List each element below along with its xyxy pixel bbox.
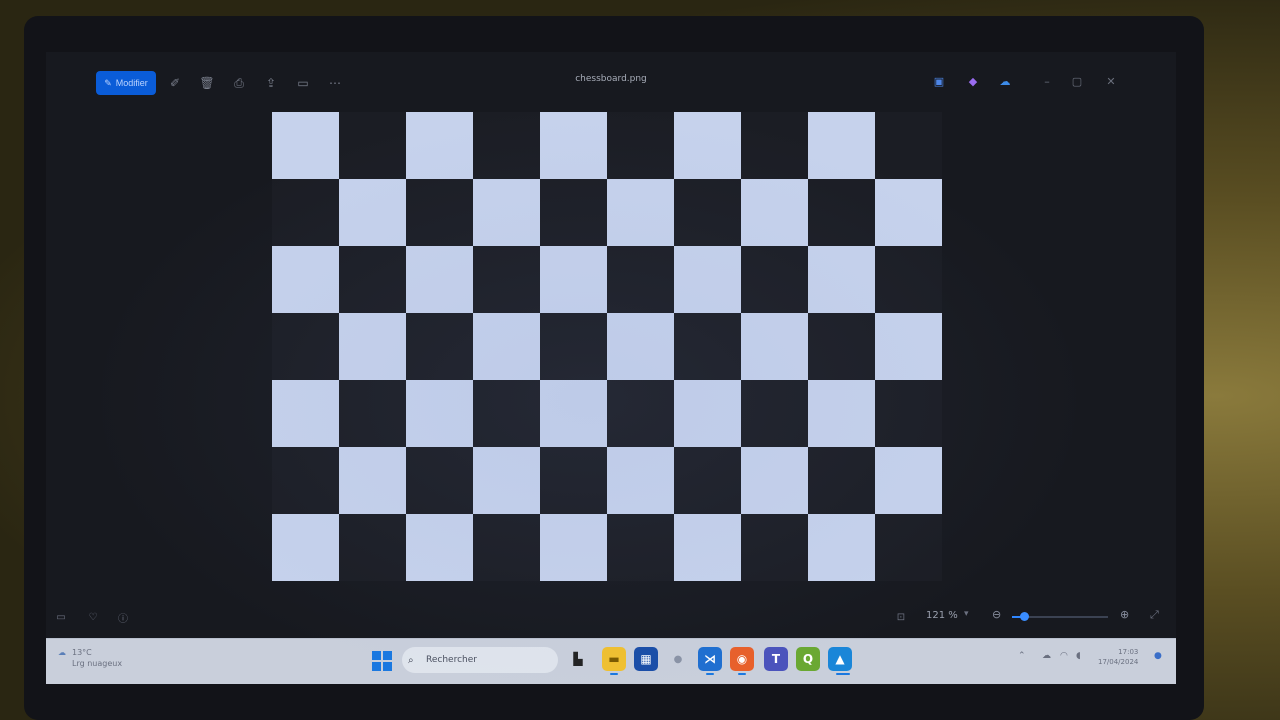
firefox-indicator bbox=[738, 673, 746, 675]
chessboard-light-square bbox=[473, 447, 540, 514]
search-icon: ⌕ bbox=[408, 654, 414, 666]
chessboard-light-square bbox=[875, 179, 942, 246]
filmstrip-icon[interactable]: ▭ bbox=[54, 610, 68, 624]
chessboard-light-square bbox=[339, 447, 406, 514]
clock[interactable]: 17:03 17/04/2024 bbox=[1098, 647, 1138, 667]
chessboard-light-square bbox=[808, 246, 875, 313]
chessboard-light-square bbox=[272, 514, 339, 581]
start-button[interactable] bbox=[372, 651, 392, 671]
clock-date: 17/04/2024 bbox=[1098, 658, 1139, 666]
taskbar-search[interactable]: ⌕ Rechercher bbox=[402, 647, 558, 673]
chessboard-light-square bbox=[406, 514, 473, 581]
teams-icon[interactable]: T bbox=[764, 647, 788, 671]
chessboard-light-square bbox=[540, 514, 607, 581]
widgets-icon[interactable]: ● bbox=[666, 647, 690, 671]
chessboard-light-square bbox=[607, 447, 674, 514]
zoom-out-icon[interactable]: ⊖ bbox=[992, 608, 1001, 621]
chessboard-light-square bbox=[339, 179, 406, 246]
vscode-indicator bbox=[706, 673, 714, 675]
chessboard-light-square bbox=[607, 313, 674, 380]
chessboard-light-square bbox=[272, 246, 339, 313]
chessboard-image bbox=[272, 112, 942, 581]
speaker-icon[interactable]: ◖ bbox=[1076, 651, 1081, 661]
windows-taskbar: ☁ 13°C Lrg nuageux ⌕ Rechercher ▙ ▬ ▦ ● ⋊… bbox=[46, 638, 1176, 684]
notification-icon[interactable]: ● bbox=[1154, 651, 1162, 661]
search-placeholder: Rechercher bbox=[426, 655, 477, 665]
chessboard-light-square bbox=[540, 112, 607, 179]
chessboard-light-square bbox=[406, 380, 473, 447]
chessboard-light-square bbox=[674, 514, 741, 581]
laptop-screen: ✎ Modifier ✐ 🗑 ⎙ ⇪ ▭ ⋯ chessboard.png ▣ … bbox=[46, 52, 1176, 684]
vscode-icon[interactable]: ⋊ bbox=[698, 647, 722, 671]
chessboard-light-square bbox=[741, 179, 808, 246]
chessboard-light-square bbox=[674, 112, 741, 179]
chessboard-light-square bbox=[607, 179, 674, 246]
chevron-up-icon[interactable]: ⌃ bbox=[1018, 651, 1026, 661]
chessboard-light-square bbox=[540, 380, 607, 447]
firefox-icon[interactable]: ◉ bbox=[730, 647, 754, 671]
chessboard-light-square bbox=[808, 514, 875, 581]
chessboard-light-square bbox=[272, 112, 339, 179]
zoom-slider-knob[interactable] bbox=[1019, 612, 1029, 621]
chessboard-light-square bbox=[406, 246, 473, 313]
clock-time: 17:03 bbox=[1118, 648, 1139, 656]
file-explorer-icon[interactable]: ▬ bbox=[602, 647, 626, 671]
chessboard-light-square bbox=[540, 246, 607, 313]
info-icon[interactable]: ⓘ bbox=[116, 610, 130, 625]
file-explorer-indicator bbox=[610, 673, 618, 675]
chessboard-light-square bbox=[741, 447, 808, 514]
cloud-icon: ☁ bbox=[58, 648, 66, 657]
chessboard-light-square bbox=[473, 179, 540, 246]
cloud-sync-icon[interactable]: ☁ bbox=[1042, 651, 1051, 661]
weather-desc: Lrg nuageux bbox=[72, 659, 123, 668]
zoom-dropdown-icon[interactable]: ▾ bbox=[964, 609, 969, 619]
photos-app-indicator bbox=[836, 673, 850, 675]
chessboard-light-square bbox=[674, 380, 741, 447]
chessboard-light-square bbox=[674, 246, 741, 313]
qgis-icon[interactable]: Q bbox=[796, 647, 820, 671]
favorite-icon[interactable]: ♡ bbox=[86, 610, 100, 624]
chessboard-light-square bbox=[339, 313, 406, 380]
photos-status-bar: ▭ ♡ ⓘ ⊡ 121 % ▾ ⊖ ⊕ ⤢ bbox=[46, 602, 1176, 632]
chessboard-light-square bbox=[875, 447, 942, 514]
wifi-icon[interactable]: ◠ bbox=[1060, 651, 1068, 661]
fullscreen-icon[interactable]: ⤢ bbox=[1150, 608, 1159, 622]
store-icon[interactable]: ▦ bbox=[634, 647, 658, 671]
chessboard-light-square bbox=[272, 380, 339, 447]
chessboard-light-square bbox=[808, 380, 875, 447]
weather-temp: 13°C bbox=[72, 648, 92, 657]
zoom-in-icon[interactable]: ⊕ bbox=[1120, 608, 1129, 621]
zoom-level[interactable]: 121 % bbox=[926, 610, 958, 621]
weather-widget[interactable]: ☁ 13°C Lrg nuageux bbox=[58, 647, 122, 669]
task-view-icon[interactable]: ▙ bbox=[566, 647, 590, 671]
chessboard-light-square bbox=[741, 313, 808, 380]
photos-app-icon[interactable]: ▲ bbox=[828, 647, 852, 671]
chessboard-light-square bbox=[875, 313, 942, 380]
chessboard-light-square bbox=[406, 112, 473, 179]
chessboard-light-square bbox=[808, 112, 875, 179]
chessboard-light-square bbox=[473, 313, 540, 380]
fit-to-window-icon[interactable]: ⊡ bbox=[894, 610, 908, 624]
